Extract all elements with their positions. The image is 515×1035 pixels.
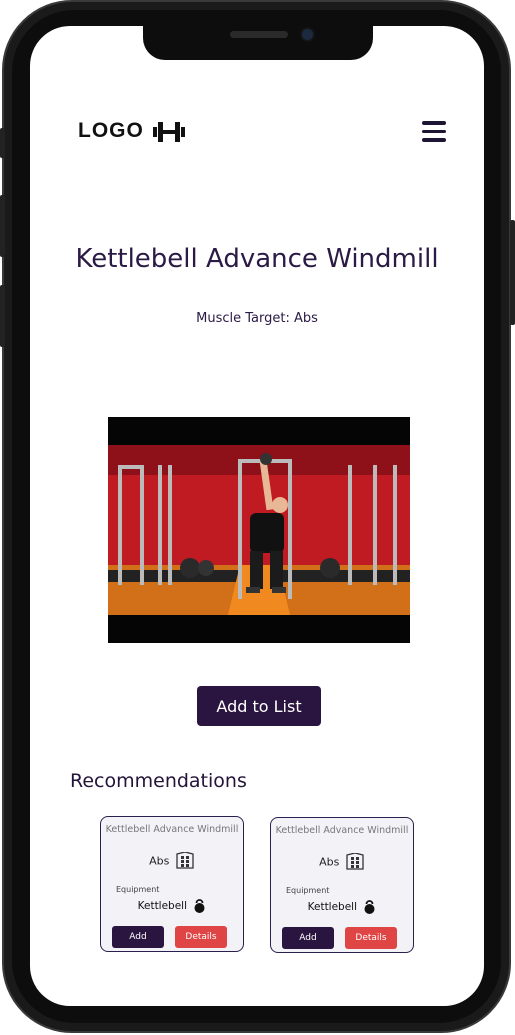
card-title: Kettlebell Advance Windmill	[275, 825, 409, 836]
recommendation-card[interactable]: Kettlebell Advance Windmill Abs Equipmen…	[100, 816, 244, 952]
abs-muscle-icon	[346, 852, 364, 870]
hamburger-menu-icon[interactable]	[422, 121, 446, 143]
front-camera	[302, 29, 313, 40]
card-details-button[interactable]: Details	[175, 926, 227, 948]
notch	[143, 26, 373, 60]
card-target-label: Abs	[319, 855, 340, 869]
phone-side-button	[0, 195, 5, 257]
card-equipment-value: Kettlebell	[137, 900, 188, 912]
logo-text[interactable]: LOGO	[78, 119, 144, 143]
card-add-button[interactable]: Add	[112, 926, 164, 948]
exercise-title: Kettlebell Advance Windmill	[75, 244, 439, 274]
phone-screen: LOGO Kettlebell Advance Windmill Muscle …	[30, 26, 484, 1006]
phone-side-button	[0, 128, 5, 158]
recommendations-heading: Recommendations	[70, 770, 247, 792]
card-target-label: Abs	[149, 854, 170, 868]
exercise-video[interactable]	[108, 417, 410, 643]
dumbbell-icon	[153, 122, 185, 142]
card-add-button[interactable]: Add	[282, 927, 334, 949]
speaker-grille	[230, 31, 288, 38]
card-equipment: Kettlebell	[101, 899, 243, 913]
recommendation-card[interactable]: Kettlebell Advance Windmill Abs Equipmen…	[270, 817, 414, 953]
card-equipment-label: Equipment	[116, 885, 160, 894]
card-details-button[interactable]: Details	[345, 927, 397, 949]
abs-muscle-icon	[176, 851, 194, 869]
kettlebell-icon	[364, 900, 375, 914]
phone-side-button	[510, 220, 515, 325]
card-equipment-value: Kettlebell	[307, 901, 358, 913]
card-title: Kettlebell Advance Windmill	[105, 824, 239, 835]
card-equipment-label: Equipment	[286, 886, 330, 895]
phone-side-button	[0, 285, 5, 347]
card-target: Abs	[101, 851, 243, 870]
kettlebell-icon	[194, 899, 205, 913]
add-to-list-button[interactable]: Add to List	[197, 686, 321, 726]
video-thumbnail	[108, 445, 410, 615]
card-target: Abs	[271, 852, 413, 871]
card-equipment: Kettlebell	[271, 900, 413, 914]
muscle-target: Muscle Target: Abs	[196, 311, 318, 326]
